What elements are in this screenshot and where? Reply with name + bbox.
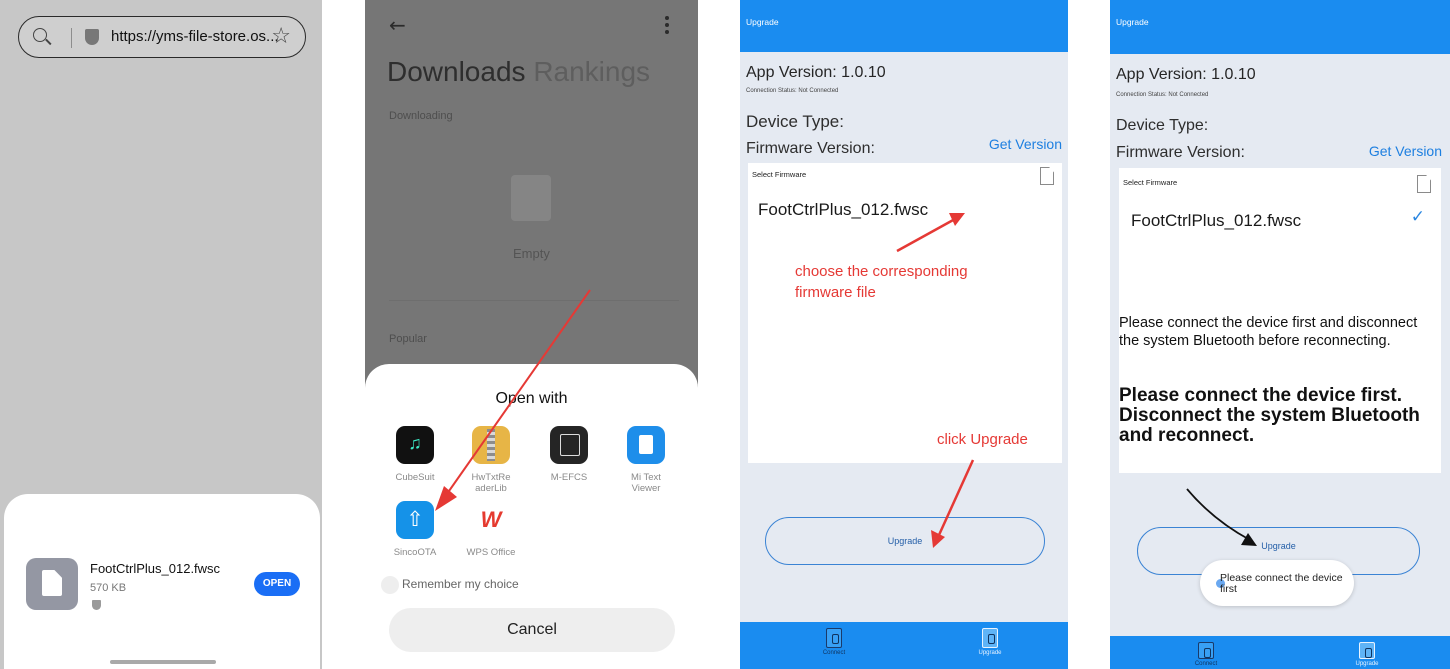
annotation-arrow-overlay xyxy=(896,213,975,548)
address-bar-divider xyxy=(71,28,72,48)
annotation-arrow-line xyxy=(937,459,975,536)
annotation-arrow-overlay xyxy=(1186,488,1257,546)
annotation-arrow-overlay xyxy=(435,289,591,511)
download-file-name: FootCtrlPlus_012.fwsc xyxy=(90,561,221,576)
address-bar[interactable]: https://yms-file-store.os... ☆ xyxy=(18,16,306,58)
annotation-arrow-line xyxy=(1186,488,1251,541)
annotation-arrow-head xyxy=(1241,533,1257,546)
annotation-arrow-line xyxy=(448,289,591,492)
annotation-arrow-line xyxy=(896,217,956,253)
annotation-arrow-head xyxy=(949,213,965,226)
annotation-arrow-head xyxy=(931,530,945,548)
download-sheet: FootCtrlPlus_012.fwsc 570 KB OPEN xyxy=(4,494,320,669)
home-indicator[interactable] xyxy=(110,660,216,664)
shield-icon[interactable] xyxy=(85,29,99,45)
open-button[interactable]: OPEN xyxy=(254,572,300,596)
search-icon[interactable] xyxy=(33,28,47,42)
url-text[interactable]: https://yms-file-store.os... xyxy=(111,28,279,45)
browser-download-screen: https://yms-file-store.os... ☆ FootCtrlP… xyxy=(0,0,322,669)
upgrade-screen-error: Upgrade App Version: 1.0.10 Connection S… xyxy=(1110,0,1450,669)
star-icon[interactable]: ☆ xyxy=(271,24,291,49)
upgrade-screen-select: Upgrade App Version: 1.0.10 Connection S… xyxy=(740,0,1068,669)
security-shield-icon xyxy=(92,600,101,610)
download-file-size: 570 KB xyxy=(90,582,127,594)
open-with-screen: ← Downloads Rankings Downloading Empty P… xyxy=(365,0,698,669)
file-icon xyxy=(26,558,78,610)
annotation-arrow-head xyxy=(435,486,457,511)
